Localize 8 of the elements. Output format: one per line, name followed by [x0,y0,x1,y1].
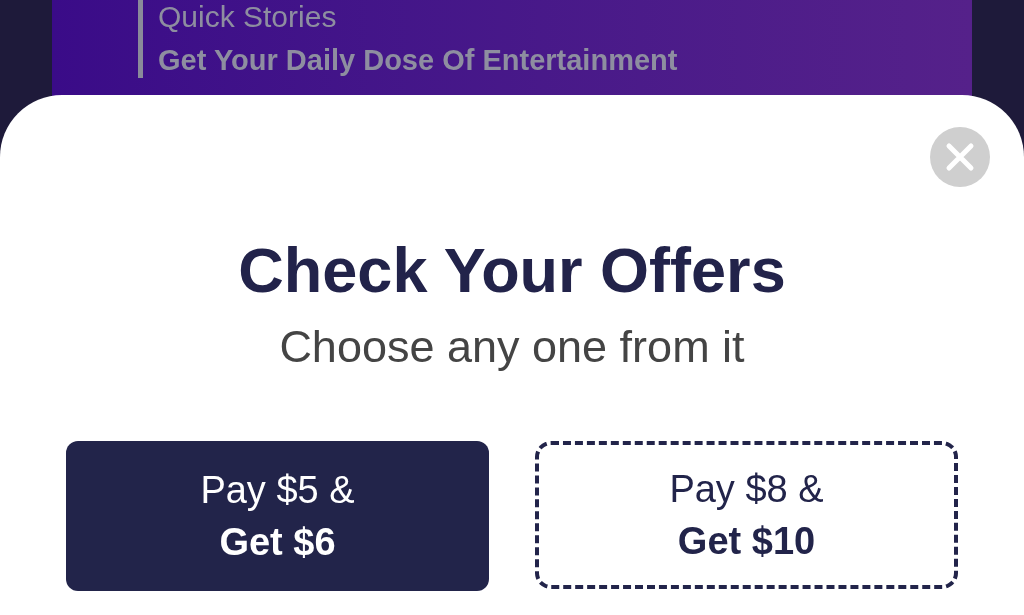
banner-subtitle: Get Your Daily Dose Of Entertainment [158,43,678,78]
banner-title: Quick Stories [158,0,338,34]
close-icon [945,142,975,172]
close-button[interactable] [930,127,990,187]
offer-option[interactable]: Pay $5 & Get $6 [66,441,489,591]
sheet-subtitle: Choose any one from it [279,321,745,373]
sheet-title: Check Your Offers [238,234,786,306]
offer-option[interactable]: Pay $8 & Get $10 [535,441,958,589]
